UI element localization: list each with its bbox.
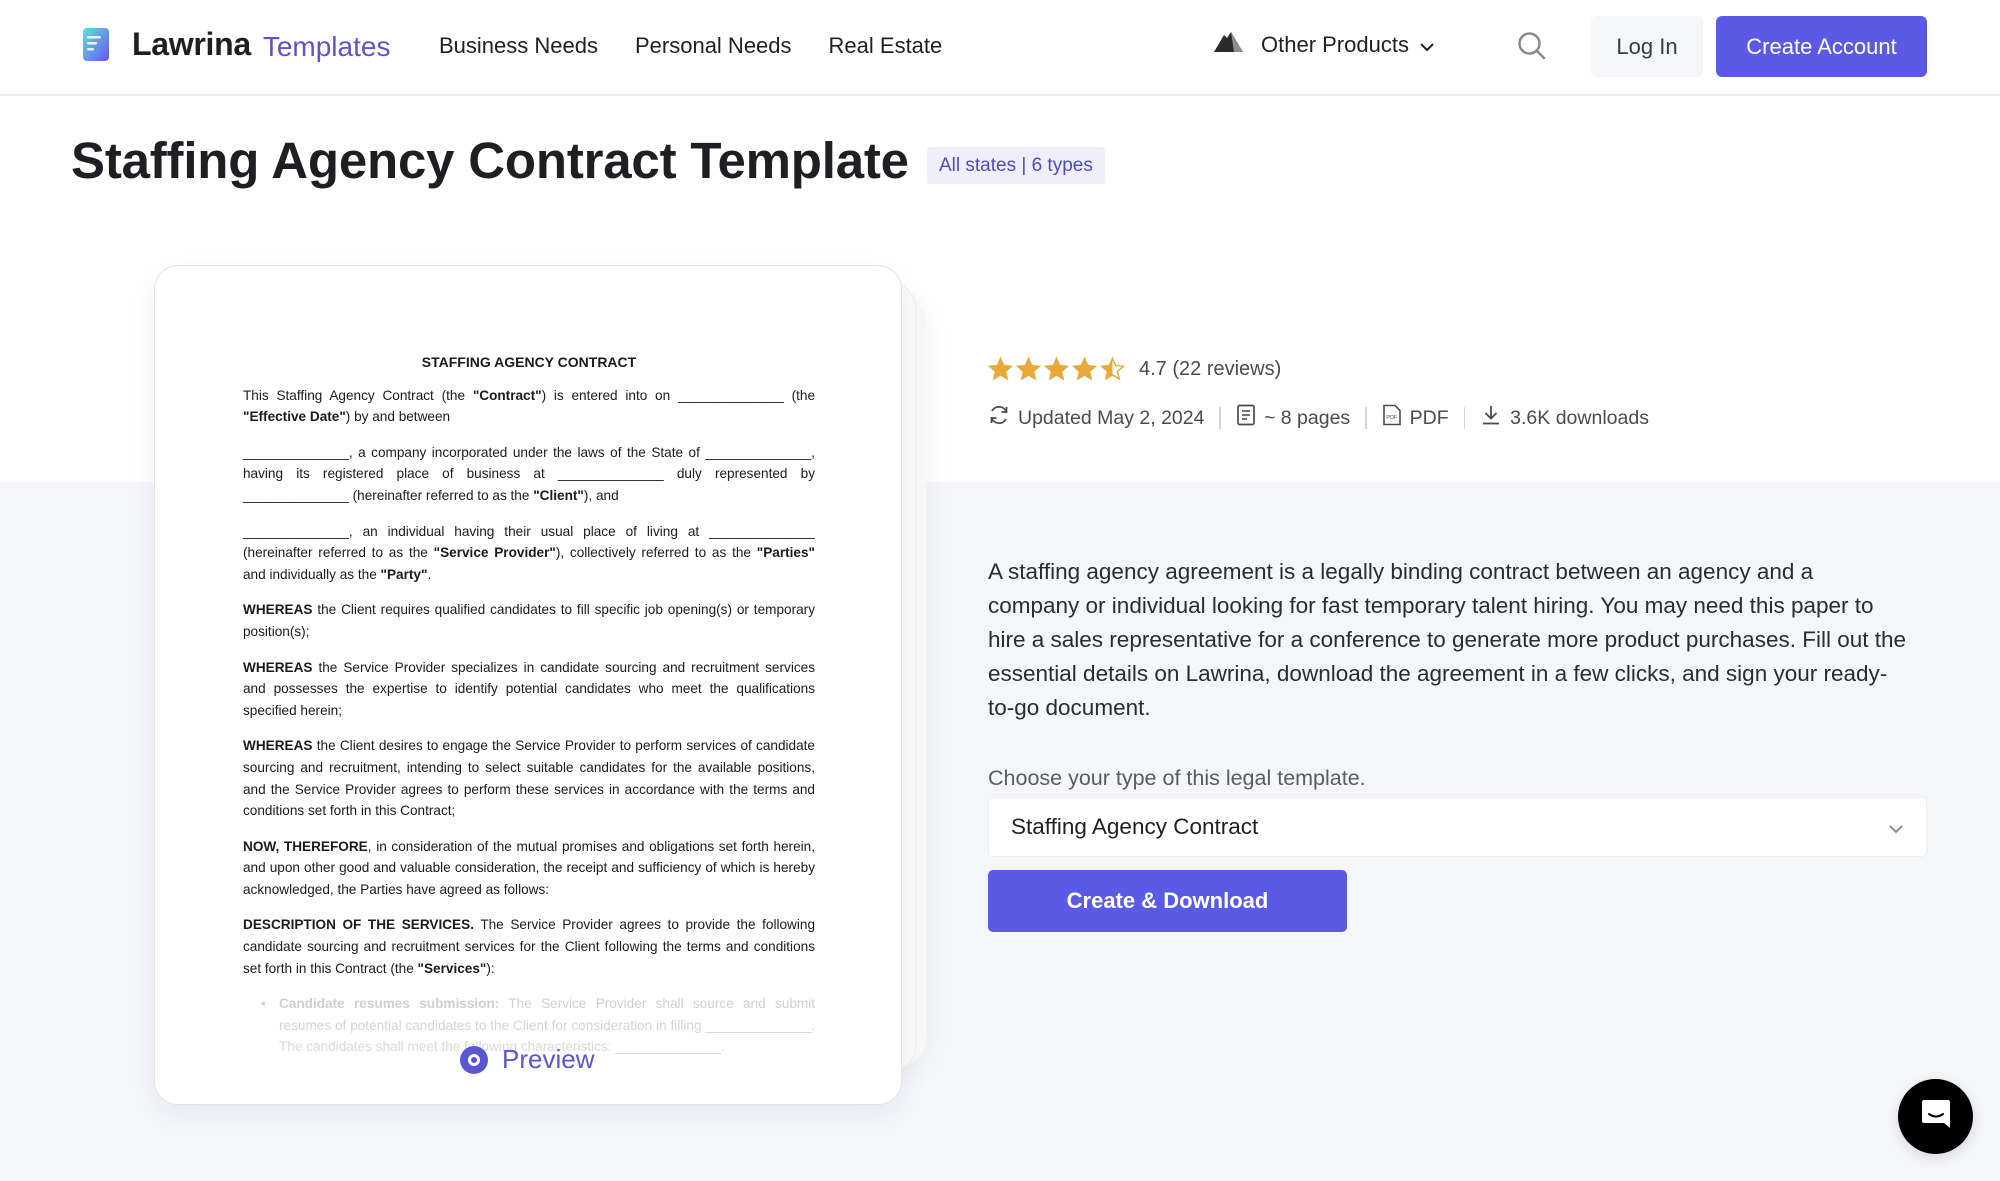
nav-real-estate[interactable]: Real Estate (829, 33, 943, 59)
meta-downloads-text: 3.6K downloads (1510, 406, 1649, 429)
chevron-down-icon (1419, 32, 1435, 58)
nav-personal-needs[interactable]: Personal Needs (635, 33, 792, 59)
chat-icon (1920, 1097, 1952, 1136)
pdf-file-icon: PDF (1382, 404, 1402, 432)
meta-downloads: 3.6K downloads (1480, 404, 1649, 432)
brand-subtitle: Templates (262, 30, 391, 62)
meta-format-text: PDF (1409, 406, 1449, 429)
document-title: STAFFING AGENCY CONTRACT (421, 354, 637, 370)
meta-updated: Updated May 2, 2024 (988, 404, 1204, 432)
doc-paragraph: DESCRIPTION OF THE SERVICES. The Service… (243, 917, 815, 976)
template-meta: Updated May 2, 2024 ~ 8 pages PDF PDF 3.… (988, 404, 1649, 432)
meta-divider (1365, 407, 1367, 429)
star-rating (988, 357, 1125, 382)
meta-divider (1219, 407, 1221, 429)
refresh-icon (988, 404, 1010, 432)
type-select-value: Staffing Agency Contract (1011, 814, 1259, 839)
mountain-icon (1212, 30, 1245, 60)
rating: 4.7 (22 reviews) (988, 357, 1281, 382)
other-products-dropdown[interactable]: Other Products (1212, 30, 1435, 60)
brand-logo[interactable]: Lawrina Templates (80, 26, 390, 63)
other-products-label: Other Products (1261, 32, 1409, 57)
doc-paragraph: ______________, an individual having the… (243, 523, 815, 582)
star-full-icon (988, 357, 1013, 381)
brand-name: Lawrina (132, 26, 251, 62)
svg-text:PDF: PDF (1386, 415, 1398, 421)
doc-paragraph: WHEREAS the Service Provider specializes… (243, 659, 815, 718)
login-button[interactable]: Log In (1591, 16, 1703, 77)
preview-button[interactable]: Preview (460, 1044, 594, 1075)
template-type-select[interactable]: Staffing Agency Contract (988, 797, 1927, 857)
doc-paragraph: NOW, THEREFORE, in consideration of the … (243, 838, 816, 897)
meta-divider (1463, 407, 1466, 429)
main-nav: Business Needs Personal Needs Real Estat… (439, 33, 942, 59)
states-types-badge: All states | 6 types (927, 147, 1105, 184)
document-fade-overlay (155, 974, 901, 1104)
download-icon (1480, 404, 1502, 432)
chat-launcher-button[interactable] (1898, 1079, 1973, 1154)
site-header: Lawrina Templates Business Needs Persona… (0, 0, 2000, 96)
meta-pages: ~ 8 pages (1236, 404, 1350, 432)
star-half-icon (1100, 357, 1125, 381)
document-logo-icon (80, 27, 112, 63)
create-account-button[interactable]: Create Account (1716, 16, 1927, 77)
star-full-icon (1016, 357, 1041, 381)
doc-paragraph: WHEREAS the Client desires to engage the… (243, 738, 815, 819)
doc-paragraph: This Staffing Agency Contract (the "Cont… (243, 387, 815, 425)
doc-paragraph: ______________, a company incorporated u… (243, 444, 815, 503)
star-full-icon (1072, 357, 1097, 381)
nav-business-needs[interactable]: Business Needs (439, 33, 598, 59)
rating-text: 4.7 (22 reviews) (1139, 358, 1282, 380)
create-download-button[interactable]: Create & Download (988, 870, 1347, 932)
meta-updated-text: Updated May 2, 2024 (1018, 406, 1205, 429)
star-full-icon (1044, 357, 1069, 381)
preview-label: Preview (502, 1044, 595, 1074)
document-preview-content: STAFFING AGENCY CONTRACT This Staffing A… (243, 352, 815, 1072)
template-description: A staffing agency agreement is a legally… (988, 559, 1907, 720)
eye-icon (460, 1045, 488, 1074)
chevron-down-icon (1888, 814, 1904, 840)
pages-icon (1236, 404, 1256, 432)
doc-paragraph: WHEREAS the Client requires qualified ca… (243, 602, 815, 639)
document-preview-card[interactable]: STAFFING AGENCY CONTRACT This Staffing A… (154, 265, 902, 1105)
meta-pages-text: ~ 8 pages (1263, 406, 1351, 429)
type-select-label: Choose your type of this legal template. (988, 766, 1366, 790)
page-title: Staffing Agency Contract Template (71, 132, 909, 189)
meta-format: PDF PDF (1382, 404, 1449, 432)
search-icon[interactable] (1516, 30, 1548, 62)
